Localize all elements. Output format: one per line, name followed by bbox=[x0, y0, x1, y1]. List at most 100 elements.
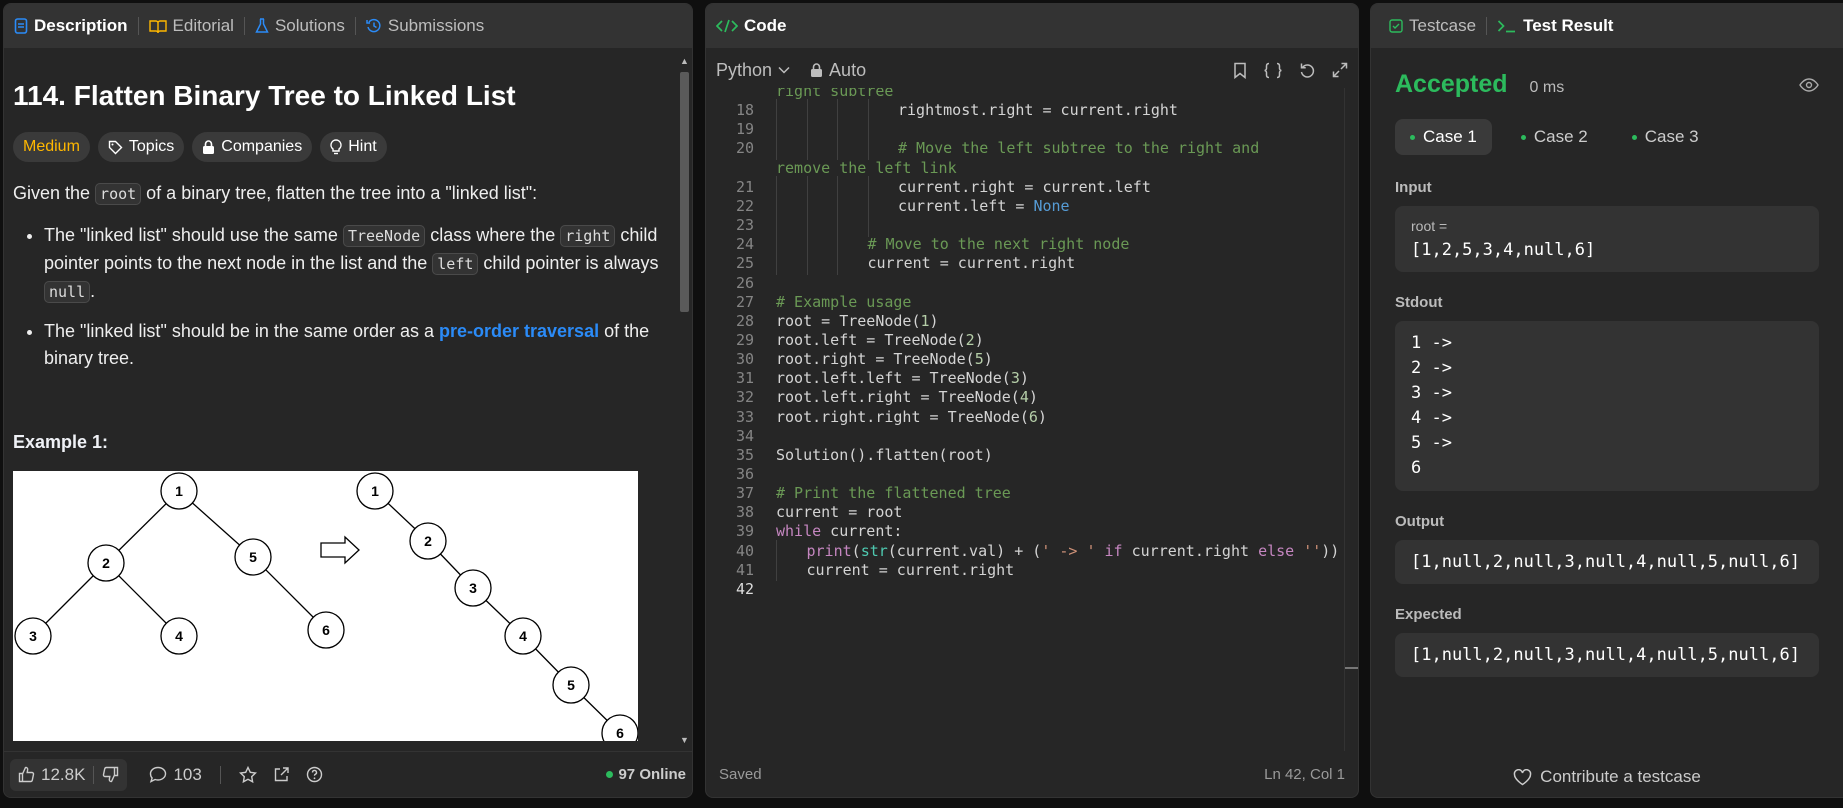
statement-text: Given the bbox=[13, 183, 96, 203]
code-token: (current.val) + ( bbox=[887, 541, 1042, 560]
output-value: [1,null,2,null,3,null,4,null,5,null,6] bbox=[1411, 552, 1800, 572]
scrollbar-thumb[interactable] bbox=[680, 72, 689, 312]
expected-box: [1,null,2,null,3,null,4,null,5,null,6] bbox=[1395, 633, 1819, 677]
online-count: 97 Online bbox=[618, 766, 686, 783]
contribute-label: Contribute a testcase bbox=[1540, 767, 1701, 786]
chevron-down-icon bbox=[778, 66, 790, 74]
line-number: 42 bbox=[735, 579, 754, 598]
expected-label: Expected bbox=[1395, 606, 1462, 623]
code-token: 1 bbox=[920, 311, 930, 330]
tree-node-label: 3 bbox=[469, 580, 477, 596]
problem-statement: Given the root of a binary tree, flatten… bbox=[13, 180, 669, 208]
code-token: 6 bbox=[1028, 407, 1038, 426]
language-value: Python bbox=[716, 59, 773, 80]
bookmark-icon[interactable] bbox=[1233, 62, 1247, 79]
inline-code: null bbox=[44, 281, 91, 303]
preorder-traversal-link[interactable]: pre-order traversal bbox=[439, 321, 599, 341]
braces-icon[interactable] bbox=[1263, 62, 1283, 79]
tab-testcase[interactable]: Testcase bbox=[1385, 16, 1480, 36]
tab-code[interactable]: Code bbox=[712, 16, 791, 36]
tab-solutions[interactable]: Solutions bbox=[251, 16, 349, 36]
scroll-down-icon[interactable]: ▼ bbox=[680, 735, 689, 745]
case-label: Case 3 bbox=[1644, 127, 1699, 146]
tag-icon bbox=[108, 140, 123, 155]
topics-button[interactable]: Topics bbox=[97, 132, 185, 162]
tab-testcase-label: Testcase bbox=[1409, 16, 1477, 35]
tree-node-label: 1 bbox=[175, 483, 183, 499]
checkbox-icon bbox=[1389, 19, 1403, 33]
editor-scrollbar[interactable] bbox=[1344, 88, 1358, 751]
companies-button[interactable]: Companies bbox=[192, 132, 313, 162]
code-token: # Move to the next right node bbox=[867, 235, 1130, 254]
code-token: str bbox=[860, 541, 888, 560]
inline-code: left bbox=[432, 253, 479, 275]
code-tabbar: Code bbox=[706, 4, 1358, 48]
cursor-position: Ln 42, Col 1 bbox=[1264, 765, 1345, 783]
code-editor[interactable]: right subtree 18 rightmost.right = current… bbox=[706, 88, 1344, 751]
flask-icon bbox=[255, 18, 269, 34]
share-button[interactable] bbox=[265, 759, 298, 791]
editor-toolbar: Python Auto bbox=[706, 48, 1358, 92]
hint-label: Hint bbox=[348, 138, 377, 155]
runtime: 0 ms bbox=[1529, 79, 1565, 96]
auto-mode[interactable]: Auto bbox=[810, 60, 866, 81]
code-token: current.right = current.left bbox=[898, 177, 1151, 196]
input-box: root = [1,2,5,3,4,null,6] bbox=[1395, 206, 1819, 272]
help-button[interactable] bbox=[298, 759, 331, 791]
reset-icon[interactable] bbox=[1299, 62, 1316, 79]
tab-submissions[interactable]: Submissions bbox=[362, 16, 488, 36]
thumbs-down-icon bbox=[102, 766, 119, 783]
case-pass-dot bbox=[1520, 134, 1526, 140]
case-tab-2[interactable]: Case 2 bbox=[1506, 119, 1603, 155]
like-button[interactable]: 12.8K bbox=[10, 759, 93, 791]
code-token: # Example usage bbox=[776, 292, 912, 311]
scroll-up-icon[interactable]: ▲ bbox=[680, 56, 689, 66]
code-token: ) bbox=[983, 350, 993, 369]
book-icon bbox=[148, 19, 167, 34]
tab-test-result[interactable]: Test Result bbox=[1493, 16, 1617, 36]
hint-button[interactable]: Hint bbox=[320, 132, 387, 162]
stdout-line: 2 -> bbox=[1411, 358, 1452, 378]
tree-node-label: 6 bbox=[322, 622, 330, 638]
auto-label: Auto bbox=[829, 59, 867, 80]
eye-icon[interactable] bbox=[1799, 78, 1819, 92]
contribute-testcase-button[interactable]: Contribute a testcase bbox=[1371, 767, 1843, 787]
stdout-label: Stdout bbox=[1395, 294, 1443, 311]
code-token: # Print the flattened tree bbox=[776, 484, 1011, 503]
case-tab-3[interactable]: Case 3 bbox=[1617, 119, 1714, 155]
comments-button[interactable]: 103 bbox=[141, 759, 209, 791]
comment-count: 103 bbox=[173, 764, 202, 784]
description-footer: 12.8K 103 97 Online bbox=[4, 751, 692, 797]
favorite-button[interactable] bbox=[231, 759, 265, 791]
description-scrollbar[interactable]: ▲ ▼ bbox=[678, 56, 690, 745]
example-figure: 1 2 5 3 4 6 1 2 3 4 5 6 bbox=[13, 471, 639, 751]
scroll-position-marker bbox=[1345, 667, 1358, 669]
tree-node-label: 1 bbox=[371, 483, 379, 499]
document-icon bbox=[14, 18, 28, 34]
tab-editorial[interactable]: Editorial bbox=[145, 16, 238, 36]
external-link-icon bbox=[273, 766, 290, 783]
tab-test-result-label: Test Result bbox=[1523, 16, 1614, 35]
code-token: while bbox=[776, 522, 822, 541]
expand-icon[interactable] bbox=[1332, 62, 1348, 78]
tab-description[interactable]: Description bbox=[10, 16, 132, 36]
code-token: 4 bbox=[1019, 388, 1029, 407]
code-token: ' -> ' bbox=[1041, 541, 1096, 560]
editor-statusbar: Saved Ln 42, Col 1 bbox=[706, 751, 1358, 797]
inline-code: root bbox=[95, 183, 142, 205]
code-token: 5 bbox=[974, 350, 984, 369]
code-token: root.left = TreeNode( bbox=[776, 330, 966, 349]
tree-diagram: 1 2 5 3 4 6 1 2 3 4 5 6 bbox=[14, 472, 639, 751]
case-tab-1[interactable]: Case 1 bbox=[1395, 119, 1492, 155]
input-variable: root = bbox=[1411, 218, 1448, 234]
description-content: 114. Flatten Binary Tree to Linked List … bbox=[4, 48, 678, 751]
output-label: Output bbox=[1395, 513, 1445, 530]
result-tabbar: Testcase Test Result bbox=[1371, 4, 1843, 48]
inline-code: TreeNode bbox=[342, 225, 426, 247]
code-token: None bbox=[1033, 196, 1070, 215]
expected-value: [1,null,2,null,3,null,4,null,5,null,6] bbox=[1411, 645, 1800, 665]
question-circle-icon bbox=[306, 766, 323, 783]
language-select[interactable]: Python bbox=[716, 60, 790, 81]
dislike-button[interactable] bbox=[94, 759, 127, 791]
save-status: Saved bbox=[719, 765, 762, 783]
